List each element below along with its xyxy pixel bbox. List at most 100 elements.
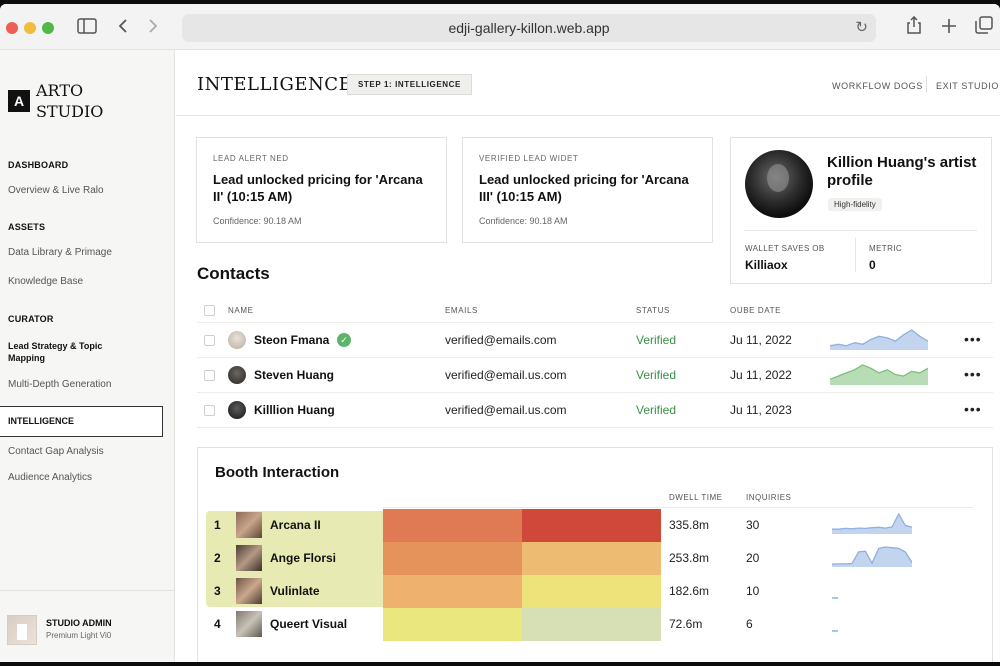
chevron-right-icon[interactable] xyxy=(141,16,165,40)
row-checkbox[interactable] xyxy=(204,335,215,346)
nav-heading-assets: ASSETS xyxy=(8,222,46,232)
more-options-icon[interactable]: ••• xyxy=(964,331,982,347)
zoom-window-button[interactable] xyxy=(42,22,54,34)
artwork-name[interactable]: Queert Visual xyxy=(270,617,347,631)
heatmap-cell xyxy=(383,608,522,641)
metric-value: 0 xyxy=(869,258,876,272)
sidebar-icon[interactable] xyxy=(75,16,99,40)
contact-email: verified@email.us.com xyxy=(445,368,567,382)
logo-line-1: ARTO xyxy=(36,81,84,100)
heatmap-cell xyxy=(383,542,522,575)
sidebar-item-audience-analytics[interactable]: Audience Analytics xyxy=(8,472,168,483)
artist-profile-card[interactable]: Killion Huang's artist profile High-fide… xyxy=(730,137,992,284)
dwell-time: 335.8m xyxy=(669,518,710,532)
column-header[interactable]: STATUS xyxy=(636,306,670,315)
trend-sparkline xyxy=(832,546,912,567)
card-confidence: Confidence: 90.18 AM xyxy=(479,216,568,226)
rank: 1 xyxy=(214,518,221,532)
inquiries: 6 xyxy=(746,617,753,631)
row-checkbox[interactable] xyxy=(204,370,215,381)
logo-text: ARTO STUDIO xyxy=(36,80,126,122)
sidebar: A ARTO STUDIO DASHBOARD Overview & Live … xyxy=(0,50,175,662)
row-checkbox[interactable] xyxy=(204,405,215,416)
column-header[interactable]: DWELL TIME xyxy=(669,493,722,502)
column-header[interactable]: EMAILS xyxy=(445,306,478,315)
card-headline: Lead unlocked pricing for 'Arcana II' (1… xyxy=(213,172,423,204)
column-header[interactable]: OUBE DATE xyxy=(730,306,781,315)
address-bar[interactable]: edji-gallery-killon.web.app ↻ xyxy=(182,14,876,42)
verified-lead-card[interactable]: VERIFIED LEAD WIDET Lead unlocked pricin… xyxy=(462,137,713,243)
trend-sparkline xyxy=(830,364,928,385)
account-name: STUDIO ADMIN xyxy=(46,618,112,628)
exit-studio-link[interactable]: EXIT STUDIO xyxy=(936,81,999,91)
artwork-name[interactable]: Ange Florsi xyxy=(270,551,336,565)
artwork-name[interactable]: Vulinlate xyxy=(270,584,320,598)
divider xyxy=(197,322,993,323)
rank: 2 xyxy=(214,551,221,565)
minimize-window-button[interactable] xyxy=(24,22,36,34)
logo-line-2: STUDIO xyxy=(36,102,104,121)
sparkline-area xyxy=(830,330,928,350)
dwell-time: 72.6m xyxy=(669,617,703,631)
sparkline-area xyxy=(830,365,928,385)
contact-status: Verified xyxy=(636,403,677,417)
card-headline: Lead unlocked pricing for 'Arcana III' (… xyxy=(479,172,689,204)
page-header: INTELLIGENCE STEP 1: INTELLIGENCE WORKFL… xyxy=(176,50,1000,116)
nav-heading-curator: CURATOR xyxy=(8,314,54,324)
card-confidence: Confidence: 90.18 AM xyxy=(213,216,302,226)
heatmap-cell xyxy=(383,509,522,542)
trend-sparkline xyxy=(832,597,838,599)
column-header[interactable]: NAME xyxy=(228,306,254,315)
chevron-left-icon[interactable] xyxy=(111,16,135,40)
artwork-name[interactable]: Arcana II xyxy=(270,518,321,532)
sidebar-item-lead-strategy[interactable]: Lead Strategy & Topic Mapping xyxy=(8,340,118,364)
account-footer[interactable]: STUDIO ADMIN Premium Light Vi0 xyxy=(0,590,175,662)
rank: 3 xyxy=(214,584,221,598)
artwork-thumbnail xyxy=(236,512,262,538)
select-all-checkbox[interactable] xyxy=(204,305,215,316)
nav-heading-dashboard: DASHBOARD xyxy=(8,160,69,170)
contact-date: Ju 11, 2022 xyxy=(730,368,792,382)
workflow-link[interactable]: WORKFLOW DOGS xyxy=(832,81,923,91)
card-label: VERIFIED LEAD WIDET xyxy=(479,154,579,163)
url-text: edji-gallery-killon.web.app xyxy=(448,20,610,36)
sidebar-item-knowledge-base[interactable]: Knowledge Base xyxy=(8,276,168,287)
sidebar-item-multi-depth[interactable]: Multi-Depth Generation xyxy=(8,379,168,390)
contact-name[interactable]: Steven Huang xyxy=(254,368,334,382)
sidebar-item-contact-gap[interactable]: Contact Gap Analysis xyxy=(8,446,168,457)
avatar xyxy=(228,366,246,384)
more-options-icon[interactable]: ••• xyxy=(964,401,982,417)
avatar xyxy=(228,331,246,349)
reload-icon[interactable]: ↻ xyxy=(855,18,868,36)
avatar xyxy=(228,401,246,419)
heatmap-cell xyxy=(383,575,522,608)
sidebar-item-overview[interactable]: Overview & Live Ralo xyxy=(8,185,168,196)
header-divider xyxy=(926,76,927,92)
check-icon: ✓ xyxy=(337,333,351,347)
contact-date: Ju 11, 2023 xyxy=(730,403,792,417)
rank: 4 xyxy=(214,617,221,631)
sidebar-item-data-library[interactable]: Data Library & Primage xyxy=(8,247,168,258)
contacts-title: Contacts xyxy=(197,264,270,283)
close-window-button[interactable] xyxy=(6,22,18,34)
dwell-time: 182.6m xyxy=(669,584,710,598)
heatmap-cell xyxy=(522,575,661,608)
more-options-icon[interactable]: ••• xyxy=(964,366,982,382)
column-header[interactable]: INQUIRIES xyxy=(746,493,791,502)
trend-sparkline xyxy=(832,630,838,632)
trend-sparkline xyxy=(832,512,912,534)
lead-alert-card[interactable]: LEAD ALERT NED Lead unlocked pricing for… xyxy=(196,137,447,243)
contact-name[interactable]: Steon Fmana xyxy=(254,333,329,347)
booth-title: Booth Interaction xyxy=(215,464,340,481)
sidebar-item-intelligence-label: INTELLIGENCE xyxy=(8,416,75,426)
plus-icon[interactable] xyxy=(937,16,961,40)
tabs-icon[interactable] xyxy=(972,16,996,40)
page-title: INTELLIGENCE xyxy=(197,74,353,95)
contact-email: verified@email.us.com xyxy=(445,403,567,417)
artwork-thumbnail xyxy=(236,611,262,637)
dwell-time: 253.8m xyxy=(669,551,710,565)
sidebar-item-intelligence[interactable]: INTELLIGENCE xyxy=(0,406,163,437)
contact-name[interactable]: Killlion Huang xyxy=(254,403,335,417)
account-plan: Premium Light Vi0 xyxy=(46,631,112,640)
share-icon[interactable] xyxy=(902,15,926,40)
